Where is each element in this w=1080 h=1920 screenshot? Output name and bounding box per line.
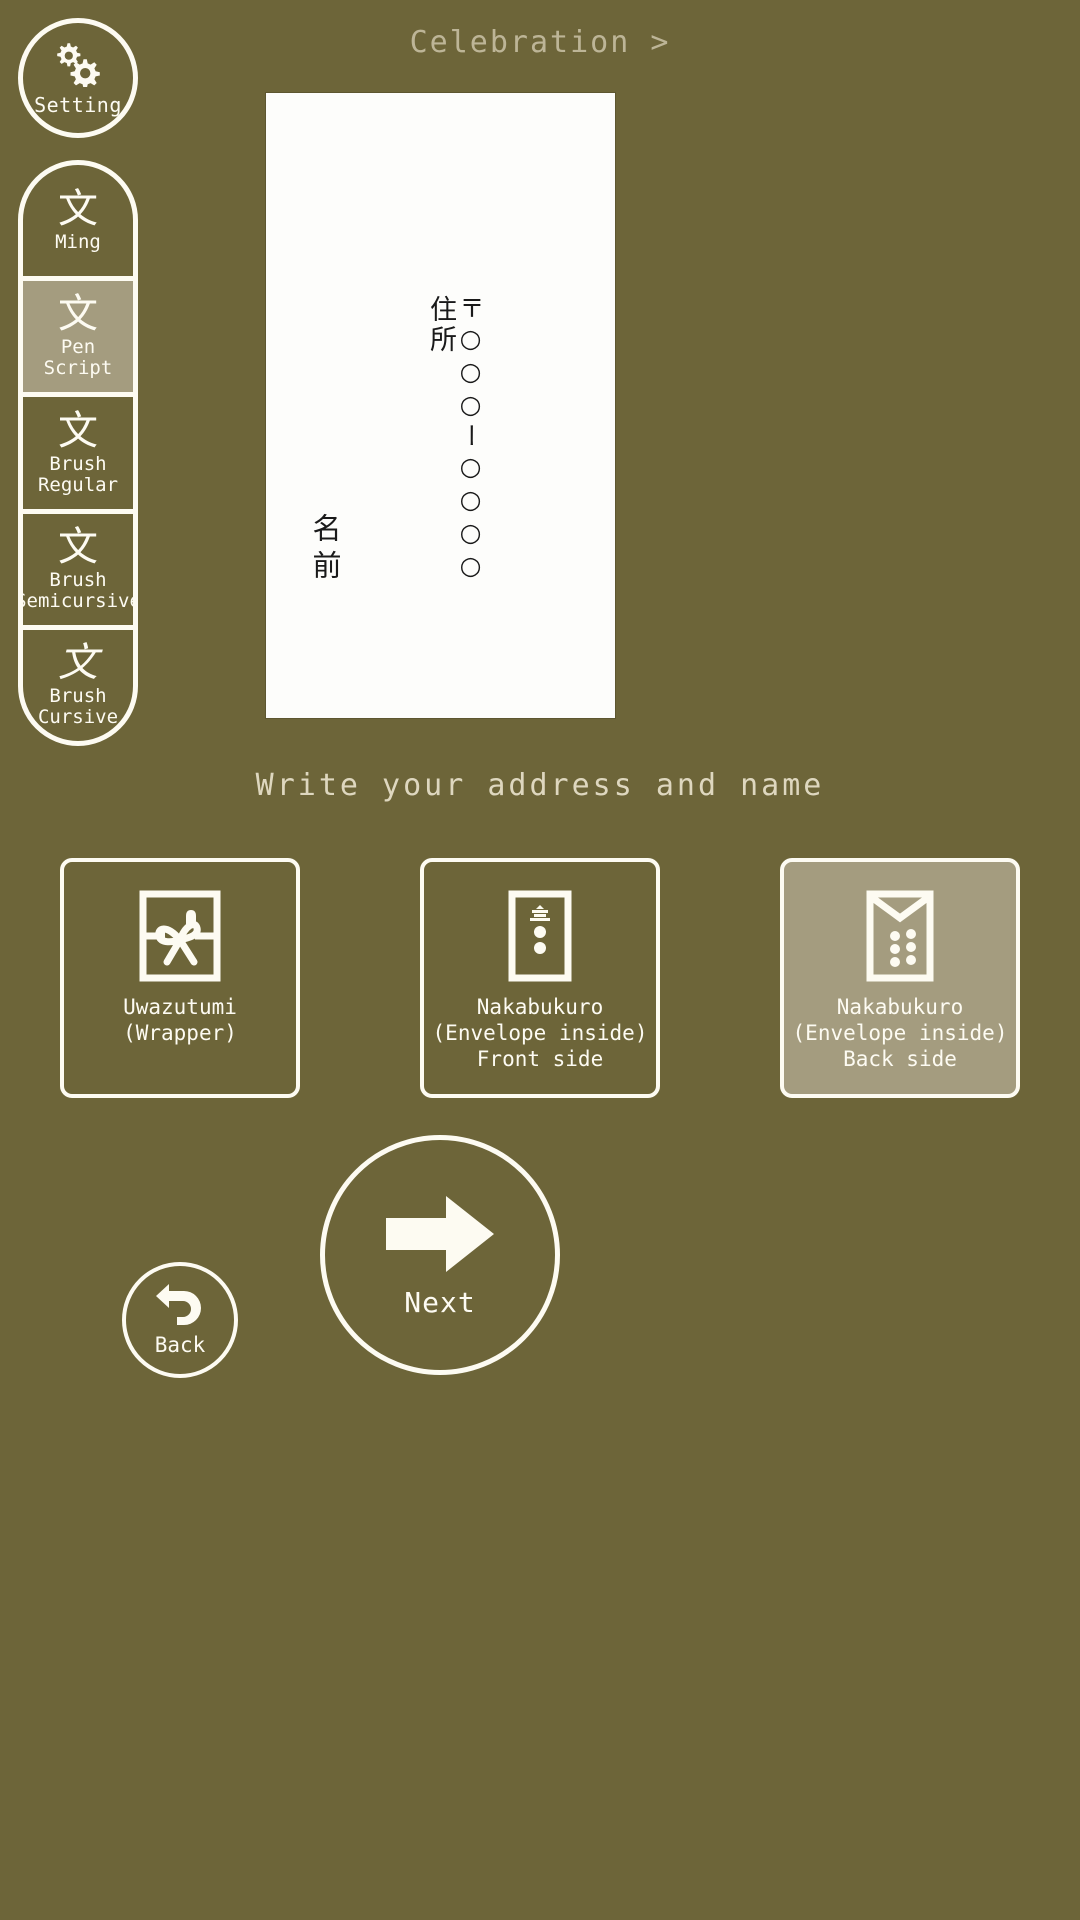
card-uwazutumi-wrapper[interactable]: Uwazutumi (Wrapper) xyxy=(60,858,300,1098)
card-nakabukuro-back[interactable]: Nakabukuro (Envelope inside) Back side xyxy=(780,858,1020,1098)
envelope-type-cards: Uwazutumi (Wrapper) Nakabukuro (Envelope… xyxy=(60,858,1020,1098)
font-option-label: Brush Regular xyxy=(37,452,119,496)
setting-label: Setting xyxy=(34,93,122,117)
setting-button[interactable]: Setting xyxy=(18,18,138,138)
card-label: Uwazutumi (Wrapper) xyxy=(123,995,237,1045)
address-label-text: 住所 xyxy=(425,295,456,355)
font-option-pen-script[interactable]: 文 Pen Script xyxy=(23,281,133,398)
font-option-ming[interactable]: 文 Ming xyxy=(23,165,133,282)
back-button[interactable]: Back xyxy=(122,1262,238,1378)
font-option-brush-regular[interactable]: 文 Brush Regular xyxy=(23,397,133,514)
name-label-text: 名前 xyxy=(308,513,342,587)
next-button[interactable]: Next xyxy=(320,1135,560,1375)
font-sample-glyph: 文 xyxy=(58,639,98,686)
font-style-rail: 文 Ming 文 Pen Script 文 Brush Regular 文 Br… xyxy=(18,160,138,746)
card-label: Nakabukuro (Envelope inside) Back side xyxy=(792,995,1008,1071)
arrow-right-icon xyxy=(382,1192,498,1280)
font-sample-glyph: 文 xyxy=(58,523,98,570)
envelope-preview[interactable]: 〒○○○ー○○○○ 住所 名前 xyxy=(265,92,616,719)
gears-icon xyxy=(51,41,105,91)
font-option-label: Brush Semicursive xyxy=(18,568,138,612)
font-option-label: Pen Script xyxy=(43,336,113,380)
card-nakabukuro-front[interactable]: Nakabukuro (Envelope inside) Front side xyxy=(420,858,660,1098)
font-option-brush-cursive[interactable]: 文 Brush Cursive xyxy=(23,630,133,741)
next-label: Next xyxy=(404,1285,476,1319)
font-sample-glyph: 文 xyxy=(58,407,98,454)
envelope-front-icon xyxy=(508,890,572,982)
instruction-caption: Write your address and name xyxy=(255,768,825,803)
font-option-brush-semicursive[interactable]: 文 Brush Semicursive xyxy=(23,514,133,630)
app-screen: Celebration > Setting 文 Ming 文 Pen Scrip… xyxy=(0,0,1080,1920)
envelope-back-icon xyxy=(865,890,935,982)
font-sample-glyph: 文 xyxy=(58,291,98,338)
font-option-label: Ming xyxy=(55,230,101,253)
breadcrumb-title[interactable]: Celebration > xyxy=(0,25,1080,60)
wrapper-mizuhiki-icon xyxy=(139,890,221,982)
font-sample-glyph: 文 xyxy=(58,185,98,232)
arrow-back-icon xyxy=(154,1283,206,1331)
back-label: Back xyxy=(154,1333,206,1357)
card-label: Nakabukuro (Envelope inside) Front side xyxy=(432,995,648,1071)
font-option-label: Brush Cursive xyxy=(37,684,119,728)
